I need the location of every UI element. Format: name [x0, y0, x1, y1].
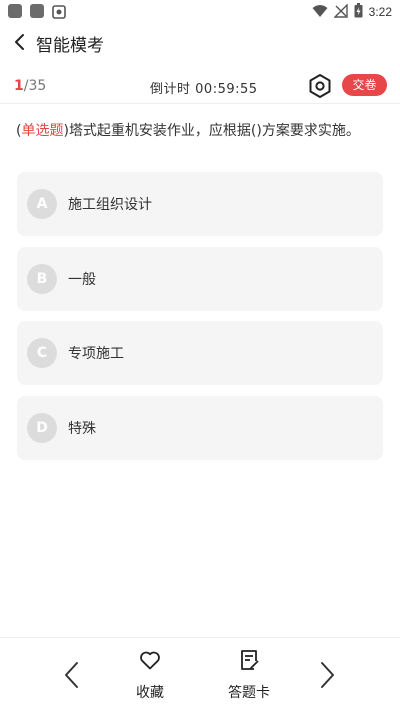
status-time: 3:22: [368, 5, 392, 19]
current-question-number: 1: [14, 78, 24, 94]
bottom-toolbar: 收藏 答题卡: [0, 637, 400, 712]
option-letter: D: [27, 413, 57, 443]
notification-icon: [30, 4, 44, 18]
heart-icon: [140, 651, 160, 670]
page-title: 智能模考: [36, 36, 104, 56]
back-button[interactable]: [10, 32, 30, 52]
favorite-button[interactable]: 收藏: [120, 648, 180, 704]
nav-bar: 智能模考: [0, 24, 400, 60]
chevron-left-icon: [65, 662, 78, 688]
option-text: 专项施工: [68, 346, 124, 362]
photo-icon: [52, 4, 66, 19]
hexagon-settings-icon: [309, 74, 331, 98]
question-stem: (单选题)塔式起重机安装作业，应根据()方案要求实施。: [16, 120, 386, 142]
question-type: 单选题: [21, 123, 64, 139]
exam-info-row: 1/35 倒计时 00:59:55 交卷: [0, 68, 400, 104]
option-letter: C: [27, 338, 57, 368]
total-question-count: 35: [28, 78, 47, 94]
next-question-button[interactable]: [315, 660, 339, 690]
battery-icon: [354, 2, 363, 22]
wifi-icon: [312, 3, 328, 22]
notification-icon: [8, 4, 22, 18]
countdown-timer: 倒计时 00:59:55: [150, 78, 258, 97]
option-text: 特殊: [68, 421, 96, 437]
countdown-value: 00:59:55: [195, 82, 258, 97]
countdown-label: 倒计时: [150, 82, 191, 97]
chevron-left-icon: [15, 34, 24, 50]
question-text: 塔式起重机安装作业，应根据()方案要求实施。: [68, 123, 360, 139]
answer-card-button[interactable]: 答题卡: [219, 648, 279, 704]
answer-card-label: 答题卡: [228, 685, 270, 701]
option-c[interactable]: C 专项施工: [17, 321, 383, 385]
option-text: 施工组织设计: [68, 197, 152, 213]
option-d[interactable]: D 特殊: [17, 396, 383, 460]
settings-button[interactable]: [306, 72, 334, 100]
answer-sheet-icon: [241, 650, 259, 670]
signal-off-icon: [332, 2, 348, 22]
chevron-right-icon: [321, 662, 334, 688]
question-progress: 1/35: [14, 78, 46, 94]
option-letter: B: [27, 264, 57, 294]
option-text: 一般: [68, 272, 96, 288]
option-b[interactable]: B 一般: [17, 247, 383, 311]
submit-exam-button[interactable]: 交卷: [342, 74, 387, 96]
favorite-label: 收藏: [136, 685, 164, 701]
option-a[interactable]: A 施工组织设计: [17, 172, 383, 236]
option-letter: A: [27, 189, 57, 219]
previous-question-button[interactable]: [60, 660, 84, 690]
status-bar: 3:22: [0, 0, 400, 24]
